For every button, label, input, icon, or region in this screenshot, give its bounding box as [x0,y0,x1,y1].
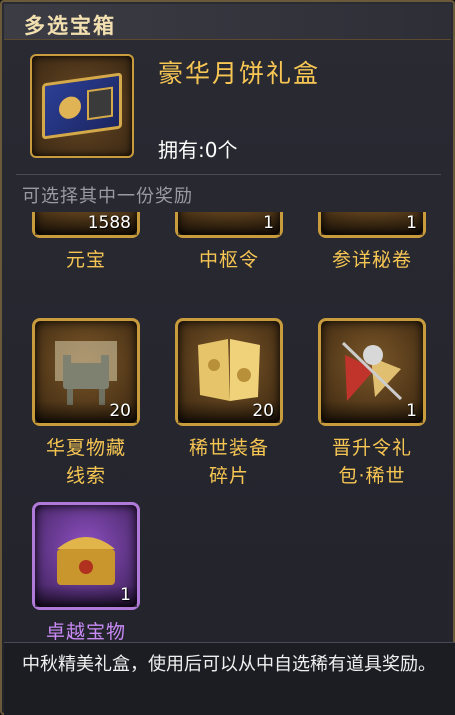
reward-label: 参详秘卷 [331,249,412,271]
blue-gift-box-icon [42,72,122,140]
reward-qty: 1 [120,585,131,605]
header-item-owned: 拥有:0个 [158,138,238,162]
section-label: 可选择其中一份奖励 [22,186,193,207]
reward-qty: 1 [263,213,274,233]
reward-label: 元宝 [65,249,106,271]
reward-qty: 1 [406,401,417,421]
multi-choice-chest-panel: 多选宝箱 豪华月饼礼盒 拥有:0个 可选择其中一份奖励 1588 元宝 1 中枢… [0,0,455,715]
reward-qty: 20 [252,401,274,421]
reward-label: 晋升令礼 包·稀世 [331,437,412,487]
reward-qty: 1 [406,213,417,233]
bronze-cauldron-icon [55,341,117,405]
reward-qty: 1588 [87,213,131,233]
reward-qty: 20 [109,401,131,421]
title-bar: 多选宝箱 [4,4,451,40]
equipment-shard-icon [198,339,260,401]
treasure-chest-icon [57,537,115,585]
item-description: 中秋精美礼盒，使用后可以从中自选稀有道具奖励。 [4,642,455,715]
panel-title: 多选宝箱 [24,14,116,38]
reward-label: 稀世装备 碎片 [188,437,269,487]
reward-label: 华夏物藏 线索 [45,437,126,487]
header-item-slot [30,54,134,158]
reward-grid[interactable]: 1588 元宝 1 中枢令 1 参详秘卷 20 华夏物藏 线索 20 稀世装备 … [2,212,455,642]
reward-label: 中枢令 [198,249,259,271]
promotion-pack-icon [341,341,403,401]
header-item-name: 豪华月饼礼盒 [158,59,321,88]
reward-label: 卓越宝物 [45,621,126,642]
divider [16,174,441,175]
